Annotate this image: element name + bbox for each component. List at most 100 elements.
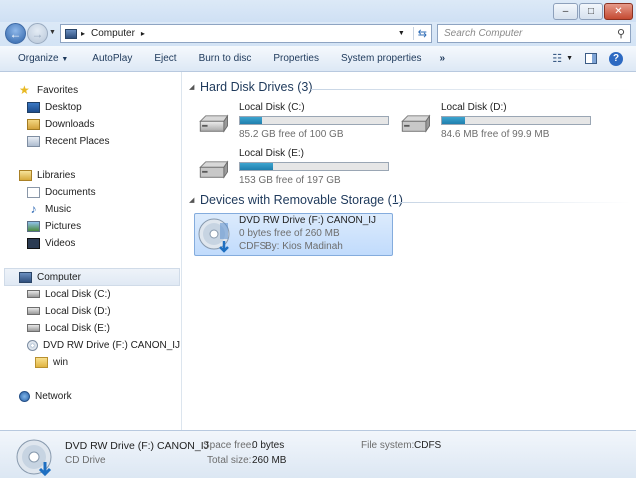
hard-drive-icon [27,307,40,315]
refresh-icon[interactable]: ⇆ [412,27,431,40]
maximize-button[interactable]: □ [579,3,603,20]
minimize-button[interactable]: – [553,3,578,20]
nav-computer[interactable]: Computer [19,269,81,285]
nav-music[interactable]: ♪ Music [27,201,72,217]
nav-recent-places[interactable]: Recent Places [27,133,109,149]
organize-button[interactable]: Organize ▼ [0,53,76,64]
hard-drive-icon [401,114,431,133]
nav-videos[interactable]: Videos [27,235,75,251]
system-properties-button[interactable]: System properties [327,53,430,64]
nav-favorites[interactable]: ★ Favorites [19,82,78,98]
recent-pages-dropdown[interactable]: ▼ [49,29,56,36]
organize-label: Organize [18,53,59,64]
forward-button[interactable]: → [27,23,48,44]
downloads-icon [27,118,40,130]
nav-libraries-label: Libraries [37,169,76,181]
nav-disk-d-label: Local Disk (D:) [45,305,111,317]
total-size-label: Total size: [207,455,252,466]
view-options-dropdown-icon[interactable]: ▼ [566,55,573,62]
nav-documents[interactable]: Documents [27,184,96,200]
group-divider [395,202,631,203]
star-icon: ★ [19,82,30,97]
group-collapse-icon[interactable]: ◢ [189,196,194,204]
nav-favorites-label: Favorites [37,84,79,96]
total-size-value: 260 MB [252,455,287,466]
nav-downloads-label: Downloads [45,118,95,130]
pictures-icon [27,220,40,232]
nav-win-label: win [53,356,69,368]
nav-dvd-drive[interactable]: DVD RW Drive (F:) CANON_IJ [27,337,180,353]
nav-libraries[interactable]: Libraries [19,167,75,183]
preview-pane-icon[interactable] [585,53,597,64]
breadcrumb-chevron-icon[interactable]: ▸ [141,29,145,38]
dvd-filesystem: CDFS [239,241,267,252]
dvd-drive-tile[interactable]: DVD RW Drive (F:) CANON_IJ 0 bytes free … [194,213,393,256]
group-header-hard-disks[interactable]: Hard Disk Drives (3) [200,80,313,94]
nav-network[interactable]: Network [19,388,72,404]
drive-d-usage-fill [442,117,465,124]
breadcrumb-computer[interactable]: Computer [91,28,135,39]
breadcrumb-separator-icon: ▸ [81,29,86,38]
back-arrow-icon: ← [9,26,22,41]
nav-recent-label: Recent Places [45,135,110,147]
nav-disk-d[interactable]: Local Disk (D:) [27,303,111,319]
content-pane: ◢ Hard Disk Drives (3) Local Disk (C:) 8… [183,72,636,430]
nav-desktop[interactable]: Desktop [27,99,82,115]
hard-drive-icon [27,290,40,298]
nav-dvd-label: DVD RW Drive (F:) CANON_IJ [43,339,181,351]
nav-downloads[interactable]: Downloads [27,116,94,132]
space-free-label: Space free: [203,440,255,451]
more-commands-button[interactable]: » [430,53,454,64]
search-icon: ⚲ [616,28,625,40]
address-bar[interactable]: ▸ Computer ▸ ▼ ⇆ [60,24,432,43]
group-divider [311,89,631,90]
group-header-removable[interactable]: Devices with Removable Storage (1) [200,193,403,207]
forward-arrow-icon: → [31,26,44,41]
drive-tile-c[interactable]: Local Disk (C:) 85.2 GB free of 100 GB [196,102,396,146]
close-button[interactable]: ✕ [604,3,633,20]
drive-tile-e[interactable]: Local Disk (E:) 153 GB free of 197 GB [196,148,396,192]
properties-button[interactable]: Properties [259,53,327,64]
search-placeholder: Search Computer [444,28,523,39]
maximize-icon: □ [587,6,595,17]
hard-drive-icon [199,114,229,133]
drive-d-name: Local Disk (D:) [441,102,507,113]
close-icon: ✕ [614,6,623,17]
details-type: CD Drive [65,455,106,466]
drive-tile-d[interactable]: Local Disk (D:) 84.6 MB free of 99.9 MB [398,102,598,146]
search-input[interactable]: Search Computer ⚲ [437,24,631,43]
documents-icon [27,186,40,198]
music-icon: ♪ [30,201,37,216]
help-icon[interactable]: ? [609,51,623,66]
drive-e-name: Local Disk (E:) [239,148,305,159]
nav-folder-win[interactable]: win [35,354,68,370]
drive-e-usage-fill [240,163,273,170]
nav-computer-label: Computer [37,271,81,283]
dvd-author: By: Kios Madinah [265,241,343,252]
navigation-pane: ★ Favorites Desktop Downloads Recent Plac… [0,72,182,430]
burn-to-disc-button[interactable]: Burn to disc [185,53,260,64]
eject-button[interactable]: Eject [140,53,184,64]
nav-disk-c[interactable]: Local Disk (C:) [27,286,111,302]
folder-icon [35,356,48,368]
nav-desktop-label: Desktop [45,101,82,113]
autoplay-button[interactable]: AutoPlay [76,53,140,64]
file-system-value: CDFS [414,440,442,451]
minimize-icon: – [562,6,569,17]
dvd-icon [27,339,38,351]
change-view-icon[interactable]: ☷ [552,52,562,65]
desktop-icon [27,101,40,113]
nav-disk-e[interactable]: Local Disk (E:) [27,320,110,336]
dvd-free: 0 bytes free of 260 MB [239,228,340,239]
drive-e-usage-bar [239,162,389,171]
details-name: DVD RW Drive (F:) CANON_IJ [65,440,209,452]
nav-pictures[interactable]: Pictures [27,218,81,234]
libraries-icon [19,169,32,181]
title-bar [0,0,636,22]
group-collapse-icon[interactable]: ◢ [189,83,194,91]
nav-music-label: Music [45,203,72,215]
address-dropdown-icon[interactable]: ▼ [398,30,405,37]
network-icon [19,390,30,402]
back-button[interactable]: ← [5,23,26,44]
nav-disk-e-label: Local Disk (E:) [45,322,111,334]
